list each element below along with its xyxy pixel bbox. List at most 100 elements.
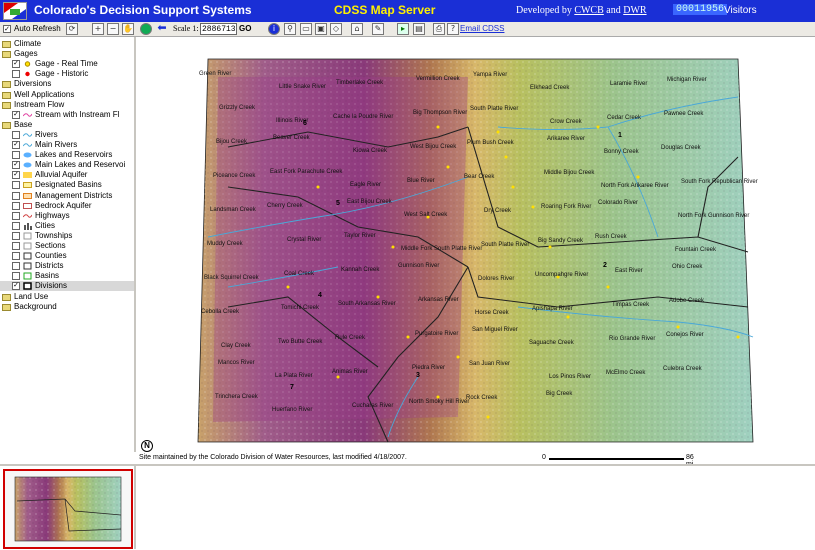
layer-item[interactable]: Rivers	[0, 130, 134, 140]
export-icon[interactable]: ▸	[397, 23, 409, 35]
layer-symbol-icon	[23, 242, 32, 250]
email-cdss-link[interactable]: Email CDSS	[460, 23, 504, 35]
layer-folder[interactable]: Climate	[0, 39, 134, 49]
layer-label: Land Use	[14, 291, 49, 301]
layer-checkbox[interactable]	[12, 130, 20, 139]
layer-item[interactable]: Lakes and Reservoirs	[0, 150, 134, 160]
layer-checkbox[interactable]: ✓	[12, 171, 20, 180]
river-label: Dolores River	[478, 276, 514, 282]
layer-folder[interactable]: Diversions	[0, 79, 134, 89]
layer-item[interactable]: Management Districts	[0, 191, 134, 201]
river-label: Vermillion Creek	[416, 76, 461, 82]
river-label: Middle Fork South Platte River	[401, 246, 482, 252]
layer-checkbox[interactable]	[12, 191, 20, 200]
folder-icon[interactable]	[2, 51, 11, 59]
layer-item[interactable]: Cities	[0, 221, 134, 231]
zoom-out-icon[interactable]: −	[107, 23, 119, 35]
cwcb-link[interactable]: CWCB	[574, 5, 603, 16]
back-arrow-icon[interactable]: ⬅	[156, 22, 168, 35]
layer-checkbox[interactable]	[12, 211, 20, 220]
folder-icon[interactable]	[2, 303, 11, 311]
buffer-icon[interactable]: ⌂	[351, 23, 363, 35]
river-label: South Platte River	[481, 242, 529, 248]
layout-icon[interactable]: ▤	[413, 23, 425, 35]
layer-checkbox[interactable]	[12, 242, 20, 250]
layer-folder[interactable]: Base	[0, 120, 134, 130]
overview-map[interactable]	[3, 469, 133, 549]
folder-icon[interactable]	[2, 293, 11, 301]
layer-checkbox[interactable]	[12, 70, 20, 79]
binoculars-icon[interactable]: ⚲	[284, 23, 296, 35]
layer-checkbox[interactable]	[12, 252, 20, 261]
layer-item[interactable]: Districts	[0, 261, 134, 271]
visitors-label: Visitors	[724, 5, 757, 16]
layer-item[interactable]: Gage - Historic	[0, 69, 134, 79]
layer-checkbox[interactable]: ✓	[12, 161, 20, 170]
layer-checkbox[interactable]	[12, 201, 20, 210]
layer-item[interactable]: ✓ Main Lakes and Reservoi	[0, 160, 134, 170]
layer-folder[interactable]: Land Use	[0, 292, 134, 302]
river-label: Bear Creek	[464, 174, 495, 180]
zoom-in-icon[interactable]: +	[92, 23, 104, 35]
folder-icon[interactable]	[2, 121, 11, 129]
layer-checkbox[interactable]: ✓	[12, 141, 20, 149]
folder-icon[interactable]	[2, 91, 11, 99]
dwr-link[interactable]: DWR	[623, 5, 646, 16]
river-label: San Miguel River	[472, 327, 518, 333]
select-poly-icon[interactable]: ◇	[330, 23, 342, 35]
layer-item[interactable]: Highways	[0, 211, 134, 221]
help-icon[interactable]: ?	[447, 23, 459, 35]
layer-checkbox[interactable]: ✓	[12, 60, 20, 69]
visitor-counter: 00011956	[673, 4, 728, 15]
division-number: 5	[336, 200, 340, 207]
layer-item[interactable]: Townships	[0, 231, 134, 241]
layer-item[interactable]: ✓ Divisions	[0, 281, 134, 292]
river-label: Cedar Creek	[607, 115, 642, 121]
layer-item[interactable]: ✓ Alluvial Aquifer	[0, 170, 134, 180]
layer-checkbox[interactable]: ✓	[12, 282, 20, 291]
layer-checkbox[interactable]	[12, 272, 20, 281]
river-label: West Bijou Creek	[410, 144, 457, 150]
river-label: Eagle River	[350, 182, 381, 188]
scale-go-button[interactable]: GO	[239, 23, 251, 35]
river-label: Little Snake River	[279, 84, 326, 90]
refresh-icon[interactable]: ⟳	[66, 23, 78, 35]
layer-item[interactable]: ✓ Gage - Real Time	[0, 59, 134, 69]
layer-symbol-icon	[23, 222, 32, 230]
layer-item[interactable]: Sections	[0, 241, 134, 251]
header-bar: Colorado's Decision Support Systems CDSS…	[0, 0, 815, 22]
folder-icon[interactable]	[2, 81, 11, 89]
layer-folder[interactable]: Gages	[0, 49, 134, 59]
print-icon[interactable]: ⎙	[433, 23, 445, 35]
layer-folder[interactable]: Well Applications	[0, 90, 134, 100]
layer-item[interactable]: Basins	[0, 271, 134, 281]
layer-checkbox[interactable]: ✓	[12, 110, 20, 119]
layer-item[interactable]: Designated Basins	[0, 180, 134, 190]
layer-checkbox[interactable]	[12, 221, 20, 230]
layer-checkbox[interactable]	[12, 151, 20, 160]
layer-folder[interactable]: Background	[0, 302, 134, 312]
scale-input[interactable]	[200, 23, 237, 35]
folder-icon[interactable]	[2, 101, 11, 109]
layer-symbol-icon	[22, 141, 33, 149]
map-view[interactable]: Green River Little Snake River Timberlake …	[138, 37, 815, 452]
layer-item[interactable]: ✓ Main Rivers	[0, 140, 134, 150]
layer-item[interactable]: Counties	[0, 251, 134, 261]
select-icon[interactable]: ▭	[300, 23, 312, 35]
layer-checkbox[interactable]	[12, 181, 20, 190]
pan-hand-icon[interactable]: ✋	[122, 23, 134, 35]
river-label: Elkhead Creek	[530, 85, 570, 91]
map-canvas[interactable]: Green River Little Snake River Timberlake …	[138, 37, 815, 452]
layer-label: Well Applications	[14, 89, 75, 99]
layer-item[interactable]: ✓ Stream with Instream Fl	[0, 110, 134, 120]
globe-icon[interactable]	[140, 23, 152, 35]
layer-item[interactable]: Bedrock Aquifer	[0, 201, 134, 211]
layer-folder[interactable]: Instream Flow	[0, 100, 134, 110]
eraser-icon[interactable]: ✎	[372, 23, 384, 35]
layer-checkbox[interactable]	[12, 231, 20, 240]
select-box-icon[interactable]: ▣	[315, 23, 327, 35]
info-icon[interactable]: i	[268, 23, 280, 35]
auto-refresh-checkbox[interactable]: ✓	[3, 25, 11, 33]
folder-icon[interactable]	[2, 41, 11, 48]
layer-checkbox[interactable]	[12, 262, 20, 271]
